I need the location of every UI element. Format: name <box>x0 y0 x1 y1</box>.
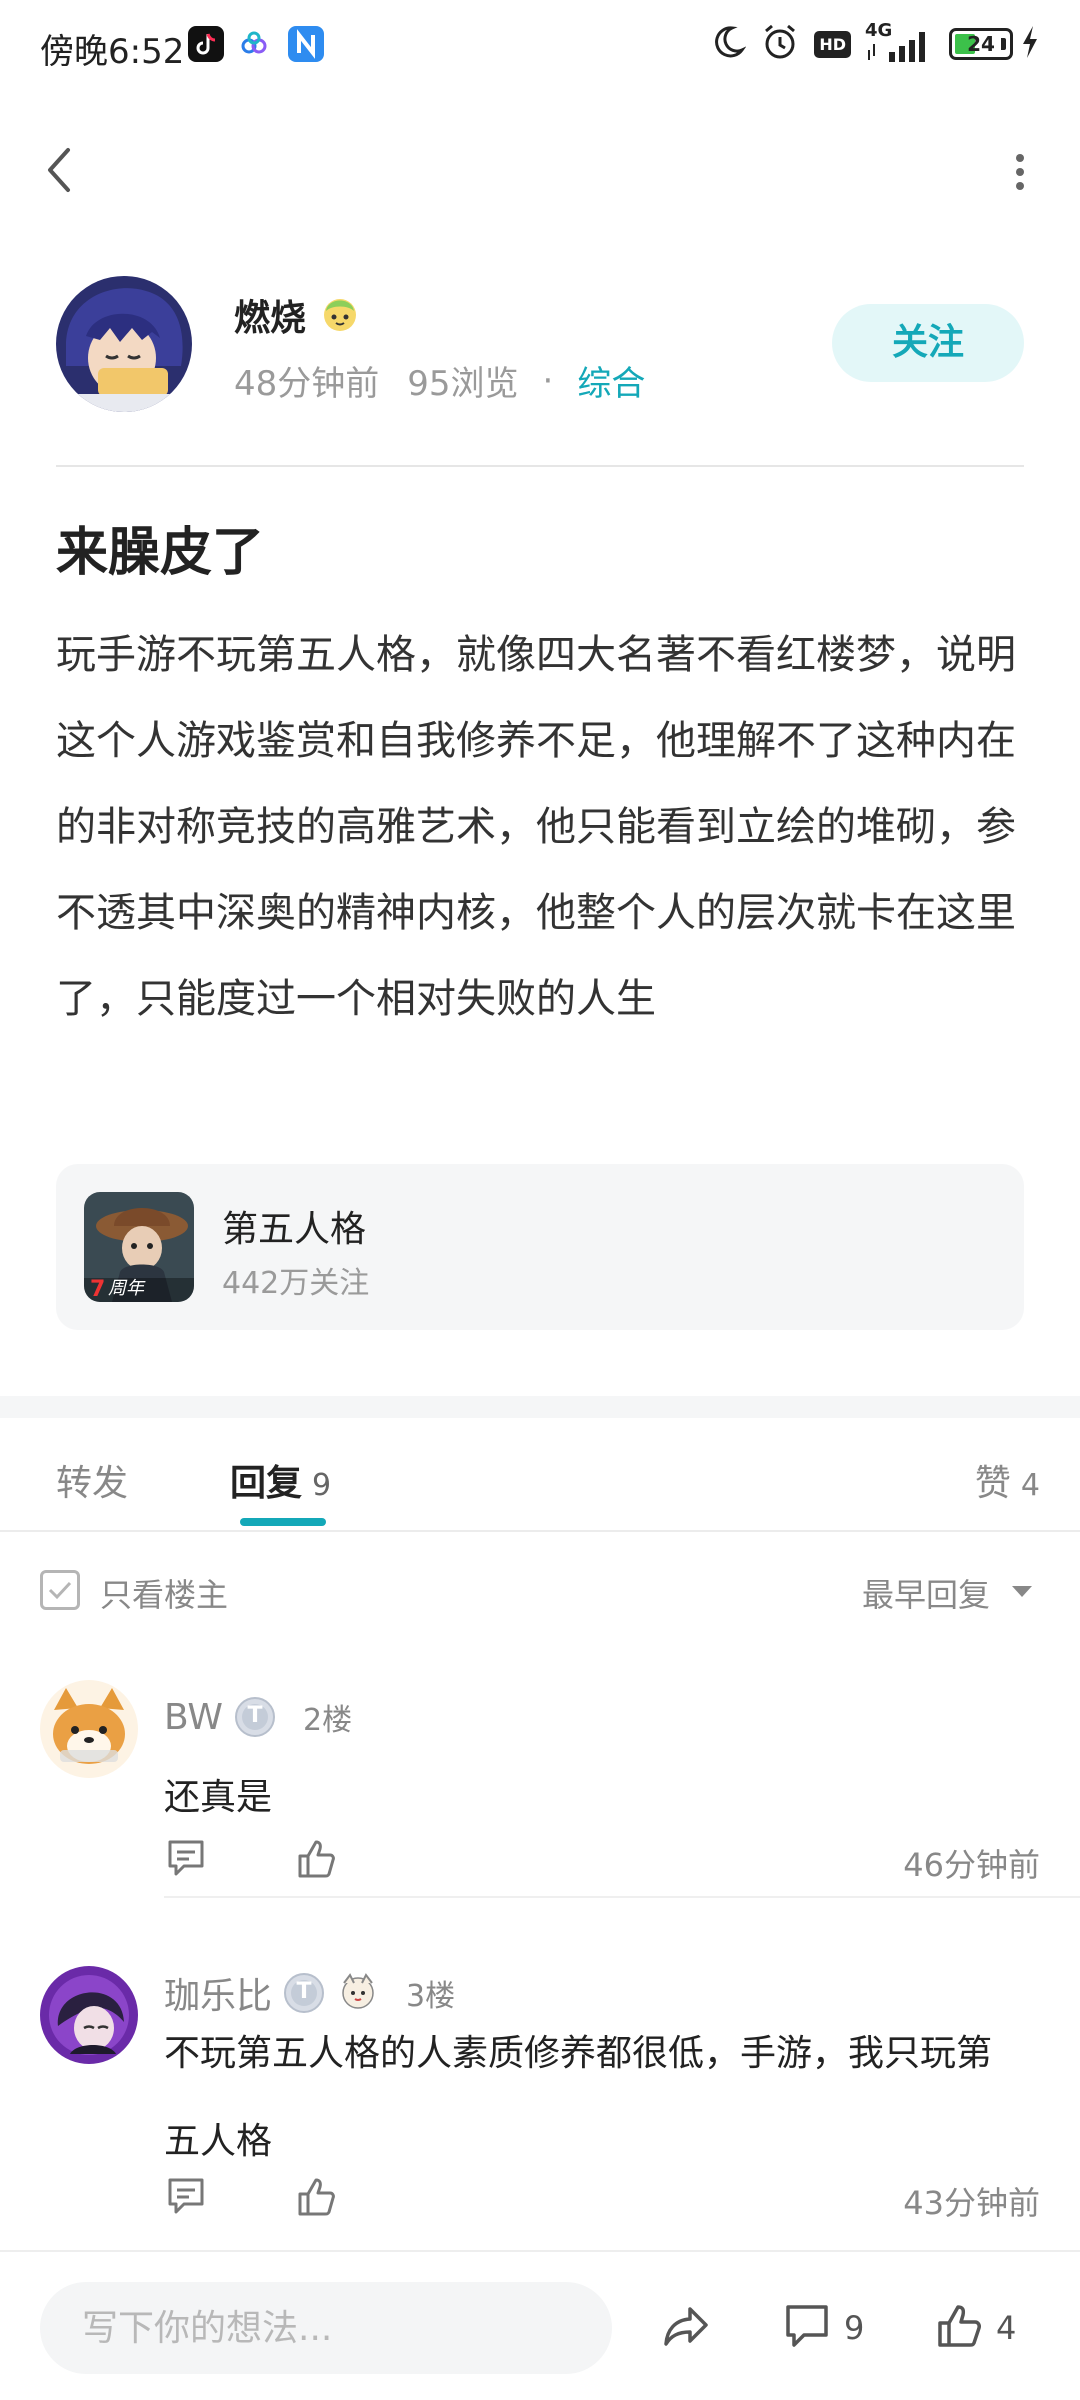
signal-icon: 4G <box>865 20 935 64</box>
tiktok-icon <box>188 26 224 62</box>
anniversary-badge: 周年 <box>108 1278 144 1299</box>
comment-text: 不玩第五人格的人素质修养都很低，手游，我只玩第五人格 <box>164 2033 993 2162</box>
game-icon: 7 周年 <box>84 1192 194 1302</box>
post-title: 来臊皮了 <box>56 523 265 583</box>
game-followers: 442万关注 <box>222 1266 370 1301</box>
follow-button[interactable]: 关注 <box>832 304 1024 382</box>
comment-author[interactable]: BW <box>164 1697 223 1738</box>
tab-likes-label: 赞 <box>974 1463 1011 1504</box>
tab-reply-count: 9 <box>312 1468 332 1503</box>
view-count: 95浏览 <box>407 364 519 404</box>
chevron-down-icon[interactable] <box>1012 1586 1032 1597</box>
tab-likes[interactable]: 赞4 <box>975 1454 1040 1506</box>
header-divider <box>56 465 1024 467</box>
author-avatar[interactable] <box>56 276 192 412</box>
author-name[interactable]: 燃烧 <box>234 289 306 341</box>
charging-icon <box>1020 24 1040 64</box>
like-count: 4 <box>996 2309 1017 2347</box>
tab-reply[interactable]: 回复 9 <box>230 1454 331 1506</box>
comment-header: BW T 2楼 <box>164 1692 352 1742</box>
comment-item: 珈乐比 T 3楼 不玩第五人格的人素质修养都很低，手游，我只玩第五人格 43分钟… <box>0 1900 1080 2240</box>
comment-item: BW T 2楼 还真是 46分钟前 <box>0 1650 1080 1900</box>
cloud-app-icon <box>236 26 272 62</box>
hd-icon: HD <box>814 30 851 58</box>
battery-icon: 24 <box>949 28 1013 60</box>
battery-level: 24 <box>967 32 995 56</box>
status-bar: 傍晚6:52 HD 4G 24 <box>0 0 1080 92</box>
like-icon[interactable] <box>294 1836 338 1880</box>
level-badge-icon: T <box>233 1695 277 1739</box>
tabs: 转发 回复 9 赞4 <box>0 1418 1080 1532</box>
sticker-badge-icon <box>318 291 362 339</box>
more-vertical-icon[interactable] <box>1000 150 1040 194</box>
owner-only-checkbox[interactable] <box>40 1570 80 1610</box>
tab-likes-count: 4 <box>1020 1468 1040 1503</box>
sort-dropdown[interactable]: 最早回复 <box>862 1570 990 1616</box>
reply-icon[interactable] <box>164 1836 208 1880</box>
comment-time: 46分钟前 <box>903 1846 1040 1884</box>
level-letter: T <box>247 1703 263 1728</box>
back-arrow-icon[interactable] <box>40 140 80 200</box>
comment-actions: 43分钟前 <box>164 2174 1040 2224</box>
compose-input[interactable] <box>82 2282 582 2374</box>
tab-reply-label: 回复 <box>230 1463 303 1504</box>
svg-text:7: 7 <box>90 1277 105 1302</box>
n-app-icon <box>288 26 324 62</box>
like-icon[interactable] <box>294 2174 338 2218</box>
comment-icon <box>782 2301 832 2355</box>
share-icon <box>660 2299 714 2357</box>
compose-box[interactable] <box>40 2282 612 2374</box>
comment-floor: 2楼 <box>303 1703 353 1738</box>
comment-count-button[interactable]: 9 <box>782 2300 864 2356</box>
post-time: 48分钟前 <box>234 364 380 404</box>
comment-actions: 46分钟前 <box>164 1836 1040 1886</box>
owner-only-label[interactable]: 只看楼主 <box>100 1570 228 1616</box>
post-body: 玩手游不玩第五人格，就像四大名著不看红楼梦，说明这个人游戏鉴赏和自我修养不足，他… <box>56 632 1016 1022</box>
comment-text: 还真是 <box>164 1777 273 1818</box>
comment-count: 9 <box>844 2309 865 2347</box>
reply-icon[interactable] <box>164 2174 208 2218</box>
level-badge-icon: T <box>282 1971 326 2015</box>
level-letter: T <box>296 1979 312 2004</box>
alarm-icon <box>760 22 800 66</box>
tab-indicator <box>240 1518 326 1526</box>
author-meta: 48分钟前 95浏览 · 综合 <box>234 356 645 405</box>
category-link[interactable]: 综合 <box>577 356 645 405</box>
tab-forward[interactable]: 转发 <box>56 1454 128 1506</box>
comment-avatar[interactable] <box>40 1680 138 1778</box>
game-card[interactable]: 7 周年 第五人格 442万关注 <box>56 1164 1024 1330</box>
status-time: 傍晚6:52 <box>40 32 185 72</box>
section-gap <box>0 1396 1080 1418</box>
comment-floor: 3楼 <box>406 1979 456 2014</box>
bottom-bar: 9 4 <box>0 2250 1080 2400</box>
like-count-button[interactable]: 4 <box>934 2300 1016 2356</box>
author-header: 燃烧 48分钟前 95浏览 · 综合 关注 <box>56 274 1024 414</box>
meta-separator: · <box>542 360 554 401</box>
comment-divider <box>164 1896 1080 1898</box>
comment-avatar[interactable] <box>40 1966 138 2064</box>
tabs-divider <box>0 1530 1080 1532</box>
game-name: 第五人格 <box>222 1209 367 1250</box>
comment-time: 43分钟前 <box>903 2184 1040 2222</box>
thumbs-up-icon <box>934 2301 984 2355</box>
share-button[interactable] <box>660 2300 714 2356</box>
filter-row: 只看楼主 最早回复 <box>0 1560 1080 1620</box>
moon-icon <box>708 23 747 65</box>
